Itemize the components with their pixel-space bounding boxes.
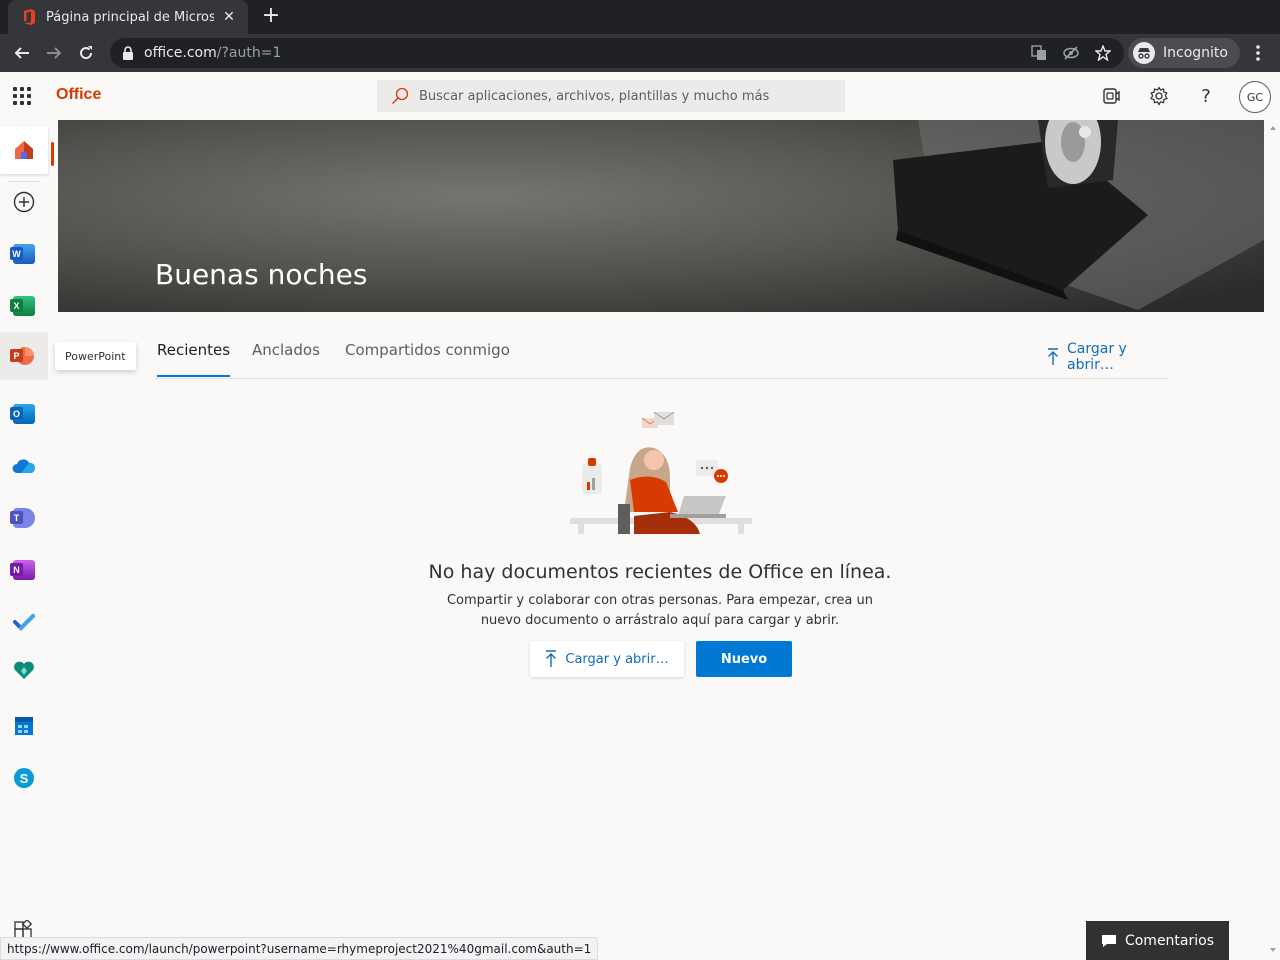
tab-close-icon[interactable]: ✕ <box>220 9 238 25</box>
feedback-label: Comentarios <box>1124 932 1215 949</box>
todo-icon <box>13 613 35 631</box>
hero-banner: Buenas noches <box>58 120 1264 312</box>
office-brand[interactable]: Office <box>56 86 101 104</box>
avatar[interactable]: GC <box>1239 81 1271 113</box>
office-header: Office ? GC <box>0 72 1280 120</box>
rail-item-onedrive[interactable] <box>0 442 48 490</box>
upload-open-button[interactable]: Cargar y abrir… <box>530 641 684 677</box>
browser-tab-strip: Página principal de Microsoft Office ✕ + <box>0 0 1280 34</box>
rail-item-excel[interactable]: X <box>0 282 48 330</box>
help-icon[interactable]: ? <box>1194 84 1218 108</box>
address-bar[interactable]: office.com/?auth=1 <box>110 38 1124 68</box>
url-path: /?auth=1 <box>216 45 282 61</box>
eye-off-icon[interactable] <box>1062 44 1080 62</box>
powerpoint-icon: P <box>10 346 35 366</box>
upload-open-link[interactable]: Cargar y abrir… <box>1047 341 1168 373</box>
new-document-button[interactable]: Nuevo <box>696 641 792 677</box>
rail-item-onenote[interactable]: N <box>0 546 48 594</box>
empty-state-title: No hay documentos recientes de Office en… <box>428 561 892 583</box>
tab-recientes[interactable]: Recientes <box>157 341 231 377</box>
rail-tooltip: PowerPoint <box>55 342 136 370</box>
feedback-button[interactable]: Comentarios <box>1086 921 1229 960</box>
back-icon[interactable] <box>10 41 34 65</box>
search-icon <box>391 87 409 105</box>
app-launcher-icon[interactable] <box>13 87 31 105</box>
upload-icon <box>545 650 557 668</box>
meet-now-icon[interactable] <box>1099 84 1123 108</box>
onenote-icon: N <box>10 560 35 580</box>
rail-item-word[interactable]: W <box>0 230 48 278</box>
outlook-icon: O <box>10 404 35 424</box>
empty-state-description: Compartir y colaborar con otras personas… <box>446 593 873 628</box>
calendar-icon <box>14 716 34 736</box>
rail-item-family-safety[interactable] <box>0 646 48 694</box>
rail-item-powerpoint[interactable]: P <box>0 332 48 380</box>
link-status-bar: https://www.office.com/launch/powerpoint… <box>0 937 599 960</box>
greeting-heading: Buenas noches <box>155 258 368 291</box>
page-scrollbar[interactable] <box>1266 120 1280 960</box>
rail-item-create[interactable] <box>0 178 48 226</box>
rail-item-todo[interactable] <box>0 598 48 646</box>
excel-icon: X <box>10 296 35 316</box>
empty-state-illustration <box>566 408 756 540</box>
tab-title: Página principal de Microsoft Office <box>46 9 214 25</box>
search-box[interactable] <box>377 80 845 112</box>
rail-item-calendar[interactable] <box>0 702 48 750</box>
teams-icon: T <box>10 508 35 528</box>
bookmark-star-icon[interactable] <box>1094 44 1112 62</box>
app-rail: W X P O T N S <box>0 120 54 960</box>
upload-open-button-label: Cargar y abrir… <box>565 651 669 667</box>
incognito-label: Incognito <box>1163 45 1228 61</box>
incognito-icon <box>1133 42 1155 64</box>
word-icon: W <box>10 244 35 264</box>
onedrive-icon <box>12 458 36 474</box>
family-safety-icon <box>13 660 35 680</box>
browser-menu-icon[interactable] <box>1248 41 1268 65</box>
add-circle-icon <box>13 191 35 213</box>
office-favicon-icon <box>22 9 36 25</box>
new-tab-button[interactable]: + <box>258 4 284 30</box>
settings-gear-icon[interactable] <box>1147 84 1171 108</box>
url-host: office.com <box>144 45 217 61</box>
home-icon <box>13 139 35 161</box>
comment-icon <box>1101 934 1117 948</box>
rail-item-outlook[interactable]: O <box>0 390 48 438</box>
upload-icon <box>1047 348 1059 366</box>
reload-icon[interactable] <box>74 41 98 65</box>
lock-icon <box>122 46 134 60</box>
translate-icon[interactable] <box>1030 44 1048 62</box>
tab-compartidos[interactable]: Compartidos conmigo <box>345 341 510 377</box>
browser-tab[interactable]: Página principal de Microsoft Office ✕ <box>8 0 248 34</box>
search-input[interactable] <box>419 88 819 104</box>
rail-item-skype[interactable]: S <box>0 754 48 802</box>
incognito-badge[interactable]: Incognito <box>1128 38 1240 68</box>
forward-icon[interactable] <box>42 41 66 65</box>
rail-item-home[interactable] <box>0 126 54 174</box>
document-tabs: Recientes Anclados Compartidos conmigo C… <box>155 330 1168 379</box>
browser-toolbar: office.com/?auth=1 Incognito <box>0 34 1280 72</box>
tab-anclados[interactable]: Anclados <box>252 341 320 377</box>
rail-item-teams[interactable]: T <box>0 494 48 542</box>
upload-open-label: Cargar y abrir… <box>1067 341 1127 373</box>
skype-icon: S <box>14 768 34 788</box>
